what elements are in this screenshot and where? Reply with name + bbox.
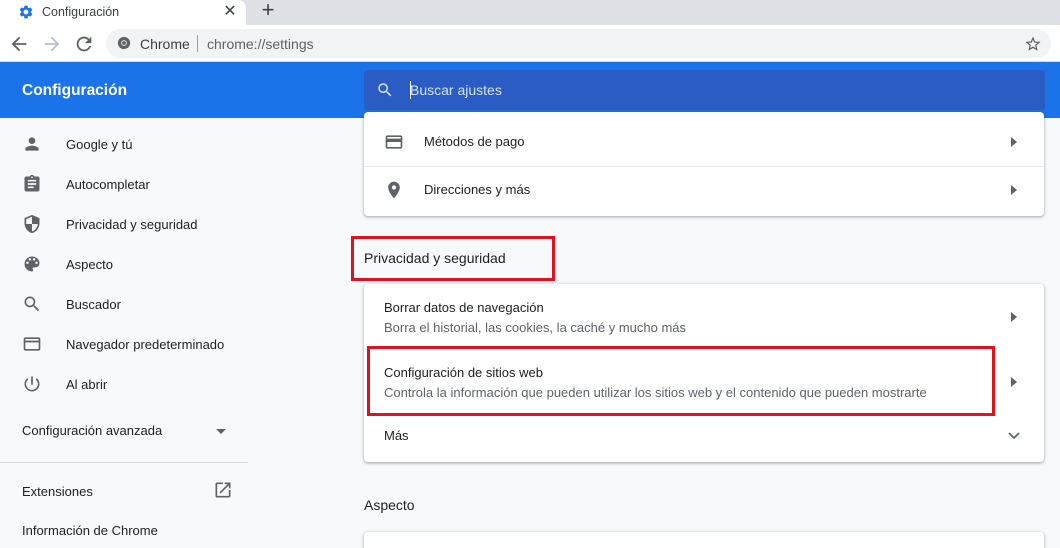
- reload-icon[interactable]: [73, 33, 95, 55]
- annotation-box-site-settings: [367, 346, 995, 416]
- row-payment-methods[interactable]: Métodos de pago: [364, 118, 1044, 166]
- credit-card-icon: [385, 135, 403, 149]
- row-more-toggle[interactable]: Más: [364, 414, 1044, 462]
- annotation-box-section-title: [351, 236, 555, 281]
- sidebar-item-label: Buscador: [66, 297, 121, 312]
- power-icon: [24, 376, 40, 392]
- site-chip: Chrome: [140, 36, 190, 52]
- location-pin-icon: [388, 181, 400, 199]
- sidebar-item-search-engine[interactable]: Buscador: [0, 286, 248, 326]
- bookmark-star-icon[interactable]: [1024, 35, 1042, 53]
- search-icon: [24, 296, 40, 312]
- autofill-card: Métodos de pago Direcciones y más: [364, 112, 1044, 216]
- settings-search[interactable]: Buscar ajustes: [364, 70, 1045, 110]
- search-icon: [378, 83, 392, 97]
- settings-content: Google y tú Autocompletar Privacidad y s…: [0, 112, 1060, 548]
- row-title: Borrar datos de navegación: [384, 300, 544, 315]
- sidebar-item-about[interactable]: Información de Chrome: [0, 516, 248, 544]
- omnibox-separator: [197, 35, 198, 52]
- toolbar: Chrome chrome://settings: [0, 25, 1060, 62]
- chrome-logo-icon: [117, 36, 131, 50]
- address-bar[interactable]: Chrome chrome://settings: [106, 29, 1051, 58]
- open-in-new-icon: [215, 482, 231, 498]
- browser-window-icon: [23, 337, 41, 351]
- settings-header: Configuración Buscar ajustes: [0, 62, 1060, 118]
- row-label: Métodos de pago: [424, 134, 525, 149]
- sidebar-advanced-label: Configuración avanzada: [22, 423, 163, 438]
- sidebar-item-on-startup[interactable]: Al abrir: [0, 366, 248, 406]
- sidebar-item-label: Privacidad y seguridad: [66, 217, 198, 232]
- sidebar-item-appearance[interactable]: Aspecto: [0, 246, 248, 286]
- sidebar-item-autofill[interactable]: Autocompletar: [0, 166, 248, 206]
- clipboard-icon: [24, 174, 40, 192]
- tab-strip: Configuración ✕ +: [0, 0, 1060, 25]
- arrow-right-icon: [1011, 137, 1017, 147]
- sidebar-item-label: Información de Chrome: [22, 523, 158, 538]
- sidebar-item-default-browser[interactable]: Navegador predeterminado: [0, 326, 248, 366]
- page-title: Configuración: [22, 82, 128, 99]
- gear-icon: [19, 5, 33, 19]
- back-arrow-icon[interactable]: [8, 33, 30, 55]
- browser-window: Configuración ✕ + Chrome chrome://settin…: [0, 0, 1060, 548]
- caret-down-icon: [216, 429, 226, 434]
- row-clear-browsing-data[interactable]: Borrar datos de navegación Borra el hist…: [364, 284, 1044, 348]
- row-title: Más: [384, 428, 409, 443]
- sidebar-item-label: Google y tú: [66, 137, 133, 152]
- sidebar-item-privacy[interactable]: Privacidad y seguridad: [0, 206, 248, 246]
- sidebar-item-label: Aspecto: [66, 257, 113, 272]
- row-subtitle: Borra el historial, las cookies, la cach…: [384, 320, 687, 335]
- sidebar-divider: [0, 462, 248, 463]
- row-label: Direcciones y más: [424, 182, 531, 197]
- url-text[interactable]: chrome://settings: [207, 36, 314, 52]
- sidebar-item-label: Al abrir: [66, 377, 108, 392]
- close-icon[interactable]: ✕: [220, 2, 240, 22]
- arrow-right-icon: [1011, 312, 1017, 322]
- shield-icon: [24, 214, 40, 234]
- sidebar-item-label: Extensiones: [22, 484, 93, 499]
- person-icon: [25, 137, 39, 151]
- appearance-card: [364, 532, 1044, 548]
- arrow-right-icon: [1011, 377, 1017, 387]
- arrow-right-icon: [1011, 185, 1017, 195]
- sidebar-item-extensions[interactable]: Extensiones: [0, 474, 248, 506]
- sidebar-advanced-toggle[interactable]: Configuración avanzada: [0, 414, 248, 454]
- section-title-appearance: Aspecto: [364, 497, 415, 513]
- tab-settings[interactable]: Configuración ✕: [0, 0, 246, 25]
- forward-arrow-icon[interactable]: [41, 33, 63, 55]
- sidebar-item-label: Navegador predeterminado: [66, 337, 225, 352]
- sidebar-item-google[interactable]: Google y tú: [0, 126, 248, 166]
- sidebar: Google y tú Autocompletar Privacidad y s…: [0, 118, 248, 548]
- new-tab-button[interactable]: +: [256, 0, 280, 24]
- chevron-down-icon: [1008, 432, 1020, 440]
- row-addresses[interactable]: Direcciones y más: [364, 167, 1044, 215]
- tab-title: Configuración: [42, 5, 120, 19]
- sidebar-item-label: Autocompletar: [66, 177, 150, 192]
- search-input[interactable]: Buscar ajustes: [410, 82, 502, 98]
- palette-icon: [24, 256, 40, 272]
